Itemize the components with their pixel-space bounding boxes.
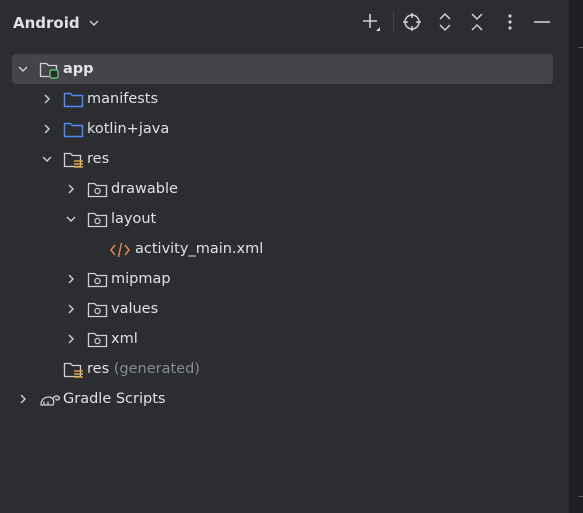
chevron-down-icon[interactable] — [41, 153, 53, 165]
gutter-mark — [578, 47, 583, 48]
tree-item-label: kotlin+java — [87, 121, 170, 137]
locate-icon[interactable] — [400, 10, 424, 34]
project-view-dropdown[interactable]: Android — [13, 12, 100, 34]
gutter-mark — [578, 496, 583, 497]
chevron-right-icon[interactable] — [41, 93, 53, 105]
project-tool-window: Android app manifests kotlin+java res dr… — [0, 0, 569, 513]
gradle-elephant-icon — [39, 390, 61, 408]
tree-item-label: values — [111, 301, 159, 317]
tree-item-label: app — [63, 61, 94, 77]
package-folder-icon — [87, 330, 108, 348]
tree-item-gradle-scripts[interactable]: Gradle Scripts — [12, 384, 553, 414]
tree-item-label: Gradle Scripts — [63, 391, 166, 407]
module-folder-icon — [39, 60, 59, 79]
hide-icon[interactable] — [530, 10, 554, 34]
tree-item-label: activity_main.xml — [135, 241, 264, 257]
tool-window-header: Android — [0, 0, 569, 44]
tree-item-mipmap[interactable]: mipmap — [12, 264, 553, 294]
expand-all-icon[interactable] — [433, 10, 457, 34]
collapse-all-icon[interactable] — [465, 10, 489, 34]
resource-folder-icon — [63, 360, 83, 378]
tree-item-drawable[interactable]: drawable — [12, 174, 553, 204]
tree-item-xml[interactable]: xml — [12, 324, 553, 354]
tree-item-manifests[interactable]: manifests — [12, 84, 553, 114]
tree-item-label: layout — [111, 211, 157, 227]
tree-item-label: mipmap — [111, 271, 171, 287]
tree-item-kotlin-java[interactable]: kotlin+java — [12, 114, 553, 144]
tree-item-label: drawable — [111, 181, 178, 197]
tree-item-label: res — [87, 151, 110, 167]
chevron-down-icon[interactable] — [65, 213, 77, 225]
tree-item-res-generated[interactable]: res (generated) — [12, 354, 553, 384]
package-folder-icon — [87, 270, 108, 288]
add-icon[interactable] — [359, 10, 383, 34]
tree-item-label: res (generated) — [87, 360, 200, 378]
chevron-right-icon[interactable] — [65, 273, 77, 285]
tree-item-app[interactable]: app — [12, 54, 553, 84]
tree-item-suffix: (generated) — [113, 361, 200, 377]
resource-folder-icon — [63, 150, 83, 168]
tree-item-values[interactable]: values — [12, 294, 553, 324]
project-view-label: Android — [13, 14, 80, 32]
chevron-down-icon[interactable] — [17, 63, 29, 75]
tree-item-res[interactable]: res — [12, 144, 553, 174]
package-folder-icon — [87, 210, 108, 228]
chevron-right-icon[interactable] — [65, 183, 77, 195]
xml-file-icon — [109, 240, 130, 258]
toolbar-separator — [393, 11, 394, 33]
tree-item-activity-main-xml[interactable]: activity_main.xml — [12, 234, 553, 264]
tree-item-name: res — [87, 361, 110, 377]
chevron-right-icon[interactable] — [65, 303, 77, 315]
chevron-down-icon — [88, 17, 100, 29]
folder-icon — [63, 120, 84, 138]
tree-item-layout[interactable]: layout — [12, 204, 553, 234]
chevron-right-icon[interactable] — [41, 123, 53, 135]
chevron-right-icon[interactable] — [65, 333, 77, 345]
tree-item-label: manifests — [87, 91, 159, 107]
folder-icon — [63, 90, 84, 108]
package-folder-icon — [87, 300, 108, 318]
editor-gutter-edge — [569, 0, 583, 513]
more-options-icon[interactable] — [498, 10, 522, 34]
tree-item-label: xml — [111, 331, 138, 347]
package-folder-icon — [87, 180, 108, 198]
chevron-right-icon[interactable] — [17, 393, 29, 405]
